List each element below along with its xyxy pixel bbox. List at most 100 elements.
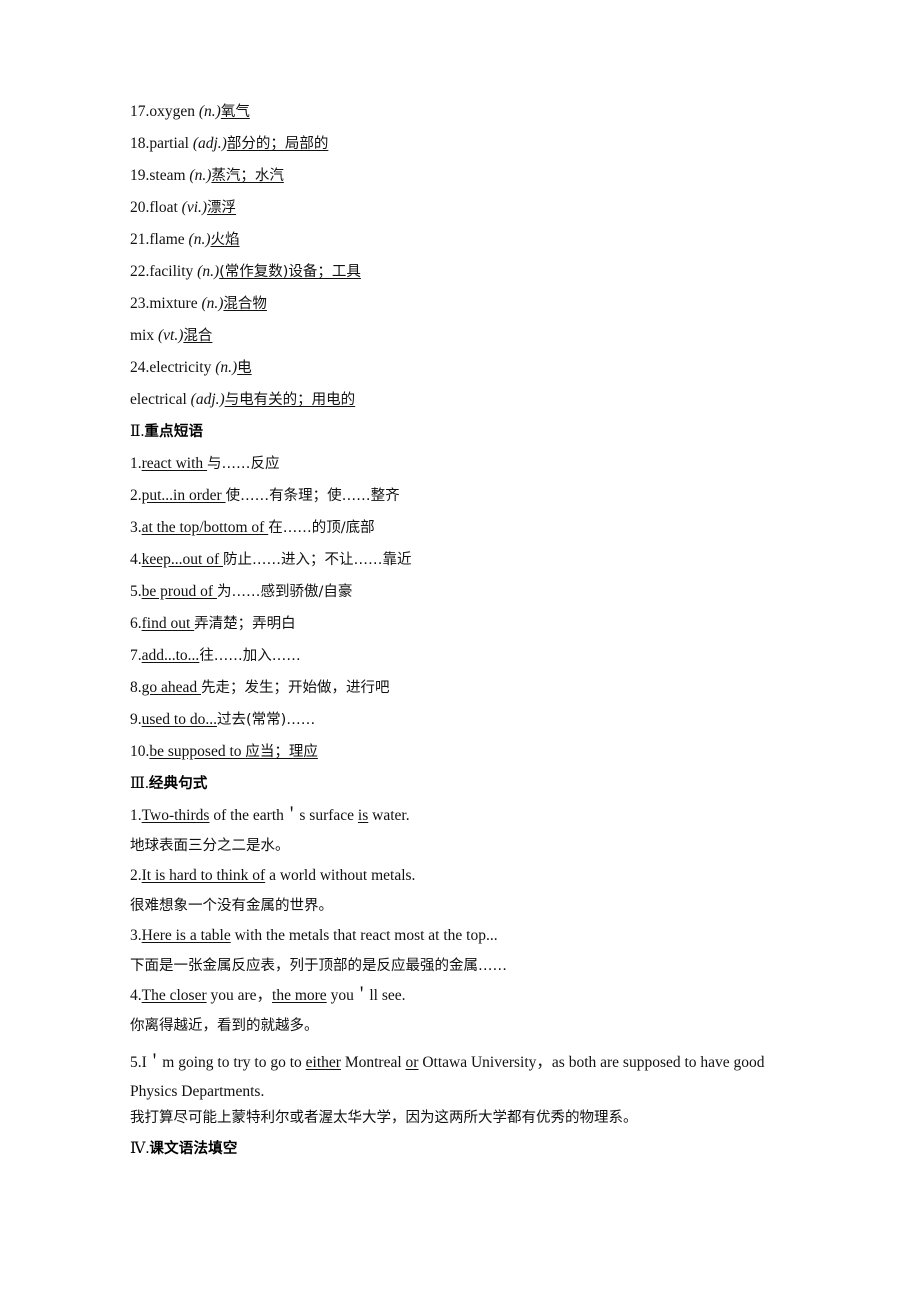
- sentence-translation: 下面是一张金属反应表，列于顶部的是反应最强的金属……: [130, 957, 507, 974]
- sentence-item-number: 5.: [130, 1054, 142, 1071]
- sentence-item-english: 2.It is hard to think of a world without…: [130, 868, 794, 884]
- section-numeral: Ⅱ.: [130, 423, 145, 440]
- sentence-item-number: 3.: [130, 927, 142, 944]
- vocabulary-item-pos: (n.): [189, 167, 212, 184]
- vocabulary-item-number: 21.: [130, 231, 150, 248]
- phrase-item-chinese: 防止……进入；不让……靠近: [222, 552, 412, 568]
- sentence-item-english: 5.I＇m going to try to go to either Montr…: [130, 1048, 794, 1106]
- phrase-item-english: be supposed to: [149, 743, 246, 760]
- vocabulary-item-word: electricity: [149, 359, 216, 376]
- phrase-item-chinese: 先走；发生；开始做，进行吧: [201, 680, 390, 696]
- phrase-item-english: keep...out of: [141, 551, 223, 568]
- sentence-highlight: The closer: [141, 987, 207, 1004]
- phrase-item-english: find out: [141, 615, 195, 632]
- vocabulary-item-pos: (n.): [215, 359, 238, 376]
- phrase-item: 3.at the top/bottom of 在……的顶/底部: [130, 520, 794, 537]
- phrase-item-number: 1.: [130, 455, 142, 472]
- vocabulary-item: 19.steam (n.)蒸汽；水汽: [130, 168, 794, 185]
- sentence-translation: 你离得越近，看到的就越多。: [130, 1017, 319, 1034]
- vocabulary-item-word: oxygen: [149, 103, 199, 120]
- section-numeral: Ⅳ.: [130, 1139, 150, 1157]
- phrase-item-number: 5.: [130, 583, 142, 600]
- vocabulary-item-number: 22.: [130, 263, 150, 280]
- sentence-text: with the metals that react most at the t…: [230, 927, 498, 944]
- vocabulary-item-number: 19.: [130, 167, 150, 184]
- sentence-item-english: 4.The closer you are，the more you＇ll see…: [130, 988, 794, 1004]
- phrase-item-chinese: 过去(常常)……: [216, 712, 316, 728]
- vocabulary-item-word: mix: [130, 327, 158, 344]
- vocabulary-item-number: 20.: [130, 199, 150, 216]
- vocabulary-item-pos: (n.): [201, 295, 224, 312]
- vocabulary-item-definition: (常作复数)设备；工具: [219, 264, 361, 280]
- sentence-highlight: Here is a table: [141, 927, 231, 944]
- sentence-item-translation: 很难想象一个没有金属的世界。: [130, 898, 794, 915]
- phrase-item-number: 8.: [130, 679, 142, 696]
- vocabulary-item-pos: (adj.): [192, 135, 227, 152]
- phrase-item-chinese: 往……加入……: [199, 648, 301, 664]
- sentence-highlight-2: or: [405, 1054, 419, 1071]
- sentence-item-english: 3.Here is a table with the metals that r…: [130, 928, 794, 944]
- vocabulary-item-number: 17.: [130, 103, 150, 120]
- vocabulary-item-pos: (vt.): [158, 327, 184, 344]
- phrase-item-chinese: 为……感到骄傲/自豪: [216, 584, 353, 600]
- sentence-highlight: Two-thirds: [141, 807, 210, 824]
- vocabulary-item-definition: 蒸汽；水汽: [211, 168, 284, 184]
- vocabulary-item-word: flame: [149, 231, 189, 248]
- sentence-text: you are，: [206, 987, 273, 1004]
- phrase-item-number: 9.: [130, 711, 142, 728]
- vocabulary-item: 23.mixture (n.)混合物: [130, 296, 794, 313]
- vocabulary-item-number: 23.: [130, 295, 150, 312]
- phrases-list: 1.react with 与……反应 2.put...in order 使……有…: [130, 456, 794, 761]
- phrase-item-english: react with: [141, 455, 208, 472]
- sentence-translation: 我打算尽可能上蒙特利尔或者渥太华大学，因为这两所大学都有优秀的物理系。: [130, 1110, 638, 1126]
- sentence-item-number: 2.: [130, 867, 142, 884]
- sentence-text-tail: you＇ll see.: [326, 987, 406, 1004]
- phrase-item-number: 10.: [130, 743, 150, 760]
- phrase-item-chinese: 在……的顶/底部: [268, 520, 375, 536]
- phrase-item-chinese: 使……有条理；使……整齐: [225, 488, 400, 504]
- vocabulary-list: 17.oxygen (n.)氧气 18.partial (adj.)部分的；局部…: [130, 104, 794, 409]
- sentence-item-translation: 地球表面三分之二是水。: [130, 838, 794, 855]
- vocabulary-item: mix (vt.)混合: [130, 328, 794, 345]
- vocabulary-item-pos: (n.): [188, 231, 211, 248]
- vocabulary-item: 22.facility (n.)(常作复数)设备；工具: [130, 264, 794, 281]
- sentence-highlight: either: [305, 1054, 341, 1071]
- vocabulary-item-definition: 与电有关的；用电的: [224, 392, 356, 408]
- vocabulary-item-pos: (n.): [197, 263, 220, 280]
- vocabulary-item-pos: (adj.): [190, 391, 225, 408]
- document-page: 17.oxygen (n.)氧气 18.partial (adj.)部分的；局部…: [0, 0, 920, 1302]
- sentence-translation: 地球表面三分之二是水。: [130, 837, 290, 854]
- vocabulary-item-definition: 火焰: [210, 232, 240, 248]
- vocabulary-item-number: 24.: [130, 359, 150, 376]
- sentence-text-tail: water.: [368, 807, 410, 824]
- sentence-item-translation: 我打算尽可能上蒙特利尔或者渥太华大学，因为这两所大学都有优秀的物理系。: [130, 1110, 794, 1127]
- sentence-text: I＇m going to try to go to: [141, 1054, 306, 1071]
- sentence-text: of the earth＇s surface: [209, 807, 358, 824]
- section-heading-sentences: Ⅲ.经典句式: [130, 776, 794, 793]
- vocabulary-item-word: steam: [149, 167, 190, 184]
- sentence-item-number: 1.: [130, 807, 142, 824]
- phrase-item-chinese: 应当；理应: [245, 744, 318, 760]
- sentence-item-number: 4.: [130, 987, 142, 1004]
- phrase-item: 9.used to do...过去(常常)……: [130, 712, 794, 729]
- vocabulary-item-number: 18.: [130, 135, 150, 152]
- phrase-item-number: 7.: [130, 647, 142, 664]
- phrase-item-number: 6.: [130, 615, 142, 632]
- vocabulary-item: 17.oxygen (n.)氧气: [130, 104, 794, 121]
- phrase-item: 5.be proud of 为……感到骄傲/自豪: [130, 584, 794, 601]
- section-numeral: Ⅲ.: [130, 775, 149, 792]
- phrase-item-english: be proud of: [141, 583, 217, 600]
- vocabulary-item-definition: 部分的；局部的: [226, 136, 329, 152]
- phrase-item-english: go ahead: [141, 679, 202, 696]
- sentence-translation: 很难想象一个没有金属的世界。: [130, 897, 333, 914]
- phrase-item-english: add...to...: [141, 647, 200, 664]
- section-title: 经典句式: [148, 776, 208, 792]
- sentence-highlight-2: the more: [272, 987, 327, 1004]
- sentence-text-mid: Montreal: [340, 1054, 406, 1071]
- document-content: 17.oxygen (n.)氧气 18.partial (adj.)部分的；局部…: [130, 104, 794, 1157]
- vocabulary-item-definition: 混合物: [223, 296, 267, 312]
- section-heading-grammar: Ⅳ.课文语法填空: [130, 1139, 794, 1158]
- vocabulary-item: 24.electricity (n.)电: [130, 360, 794, 377]
- vocabulary-item-word: partial: [149, 135, 193, 152]
- sentence-highlight-2: is: [357, 807, 369, 824]
